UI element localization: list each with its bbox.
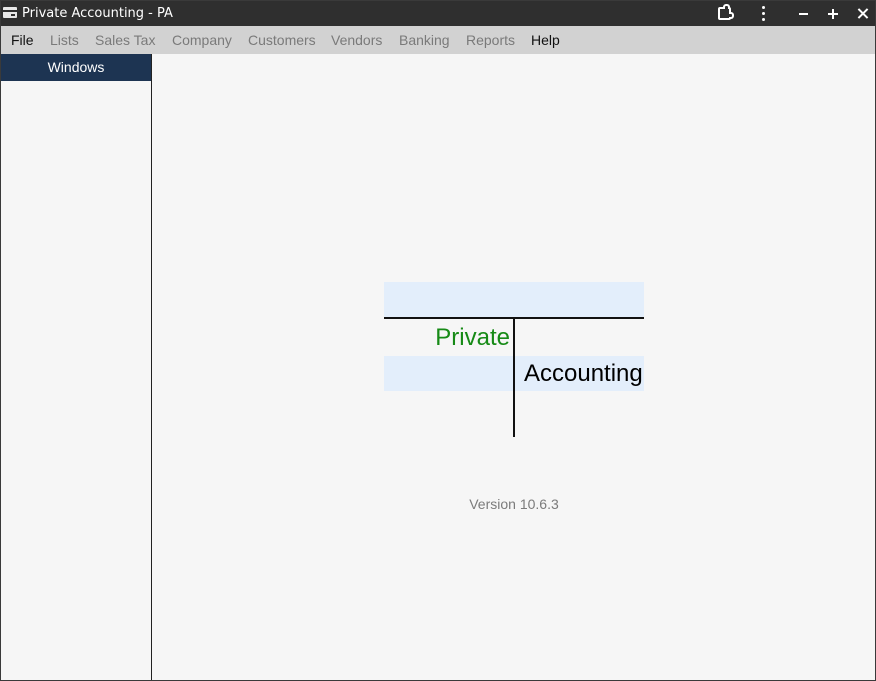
sidebar-header: Windows (1, 54, 151, 81)
menu-banking[interactable]: Banking (399, 32, 450, 48)
app-icon (3, 7, 17, 18)
menu-lists[interactable]: Lists (50, 32, 79, 48)
minimize-icon[interactable] (791, 1, 815, 26)
menu-vendors[interactable]: Vendors (331, 32, 382, 48)
logo-vertical-rule (513, 318, 515, 437)
menu-help[interactable]: Help (531, 32, 560, 48)
kebab-menu-icon[interactable] (751, 1, 775, 26)
plus-icon[interactable] (821, 1, 845, 26)
menu-sales-tax[interactable]: Sales Tax (95, 32, 155, 48)
menu-file[interactable]: File (11, 32, 34, 48)
app-window: Private Accounting - PA File Lists Sales… (0, 0, 876, 681)
menu-company[interactable]: Company (172, 32, 232, 48)
menu-bar: File Lists Sales Tax Company Customers V… (1, 26, 875, 54)
window-title: Private Accounting - PA (22, 6, 173, 21)
logo-highlight-top (384, 282, 644, 317)
puzzle-icon[interactable] (712, 1, 736, 26)
title-bar[interactable]: Private Accounting - PA (1, 1, 875, 26)
version-label: Version 10.6.3 (469, 496, 559, 512)
close-icon[interactable] (851, 1, 875, 26)
menu-reports[interactable]: Reports (466, 32, 515, 48)
menu-customers[interactable]: Customers (248, 32, 316, 48)
windows-sidebar: Windows (1, 54, 152, 680)
logo-accounting-text: Accounting (524, 360, 643, 387)
logo-private-text: Private (435, 324, 510, 351)
